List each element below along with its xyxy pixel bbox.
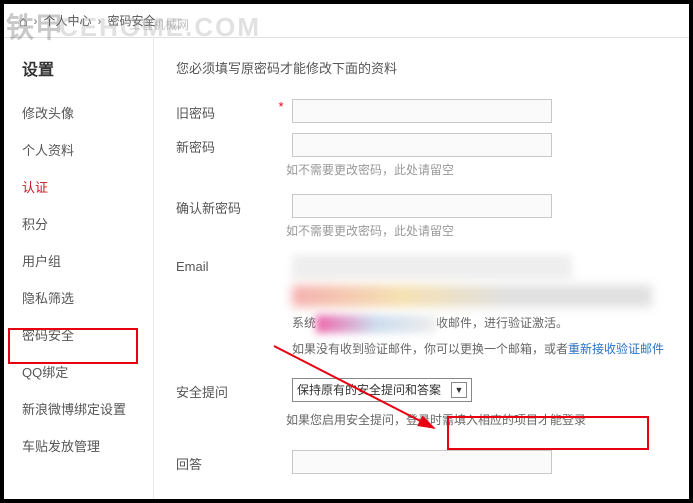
sidebar-item-qq[interactable]: QQ绑定: [4, 353, 153, 390]
sidebar: 设置 修改头像 个人资料 认证 积分 用户组 隐私筛选 密码安全 QQ绑定 新浪…: [4, 38, 154, 499]
form-notice: 您必须填写原密码才能修改下面的资料: [176, 58, 667, 77]
sidebar-title: 设置: [4, 50, 153, 94]
email-label: Email: [176, 255, 276, 274]
security-question-value: 保持原有的安全提问和答案: [297, 381, 441, 398]
sidebar-item-avatar[interactable]: 修改头像: [4, 94, 153, 131]
email-hint-2: 如果没有收到验证邮件，你可以更换一个邮箱，或者重新接收验证邮件: [292, 339, 664, 359]
sidebar-item-points[interactable]: 积分: [4, 205, 153, 242]
confirm-password-hint: 如不需要更改密码，此处请留空: [286, 218, 454, 239]
home-icon[interactable]: ⌂: [19, 13, 27, 29]
breadcrumb-sep-icon: ›: [33, 14, 37, 28]
sidebar-item-password[interactable]: 密码安全: [4, 316, 153, 353]
old-password-label: 旧密码: [176, 99, 276, 122]
breadcrumb-item[interactable]: 个人中心: [43, 12, 91, 29]
resend-verification-link[interactable]: 重新接收验证邮件: [568, 342, 664, 356]
security-question-hint: 如果您启用安全提问，登录时需填入相应的项目才能登录: [286, 410, 586, 430]
confirm-password-label: 确认新密码: [176, 194, 276, 217]
answer-input[interactable]: [292, 450, 552, 474]
email-hint-1: 系统收邮件，进行验证激活。: [292, 313, 664, 333]
breadcrumb: ⌂ › 个人中心 › 密码安全: [4, 4, 689, 38]
email-input-blurred[interactable]: [292, 255, 572, 279]
security-question-label: 安全提问: [176, 378, 276, 401]
sidebar-item-privacy[interactable]: 隐私筛选: [4, 279, 153, 316]
sidebar-item-sticker[interactable]: 车贴发放管理: [4, 427, 153, 464]
new-password-label: 新密码: [176, 133, 276, 156]
email-extra-blurred: [292, 285, 652, 307]
confirm-password-input[interactable]: [292, 194, 552, 218]
breadcrumb-sep-icon: ›: [97, 14, 101, 28]
new-password-hint: 如不需要更改密码，此处请留空: [286, 157, 454, 178]
chevron-down-icon: ▼: [451, 382, 467, 398]
sidebar-item-verify[interactable]: 认证: [4, 168, 153, 205]
old-password-input[interactable]: [292, 99, 552, 123]
security-question-select[interactable]: 保持原有的安全提问和答案 ▼: [292, 378, 472, 402]
new-password-input[interactable]: [292, 133, 552, 157]
sidebar-item-profile[interactable]: 个人资料: [4, 131, 153, 168]
answer-label: 回答: [176, 450, 276, 473]
sidebar-item-weibo[interactable]: 新浪微博绑定设置: [4, 390, 153, 427]
breadcrumb-item[interactable]: 密码安全: [107, 12, 155, 29]
required-mark-icon: *: [276, 99, 286, 114]
main-content: 您必须填写原密码才能修改下面的资料 旧密码 * 新密码 如不需要更改密码，此处请…: [154, 38, 689, 499]
sidebar-item-usergroup[interactable]: 用户组: [4, 242, 153, 279]
